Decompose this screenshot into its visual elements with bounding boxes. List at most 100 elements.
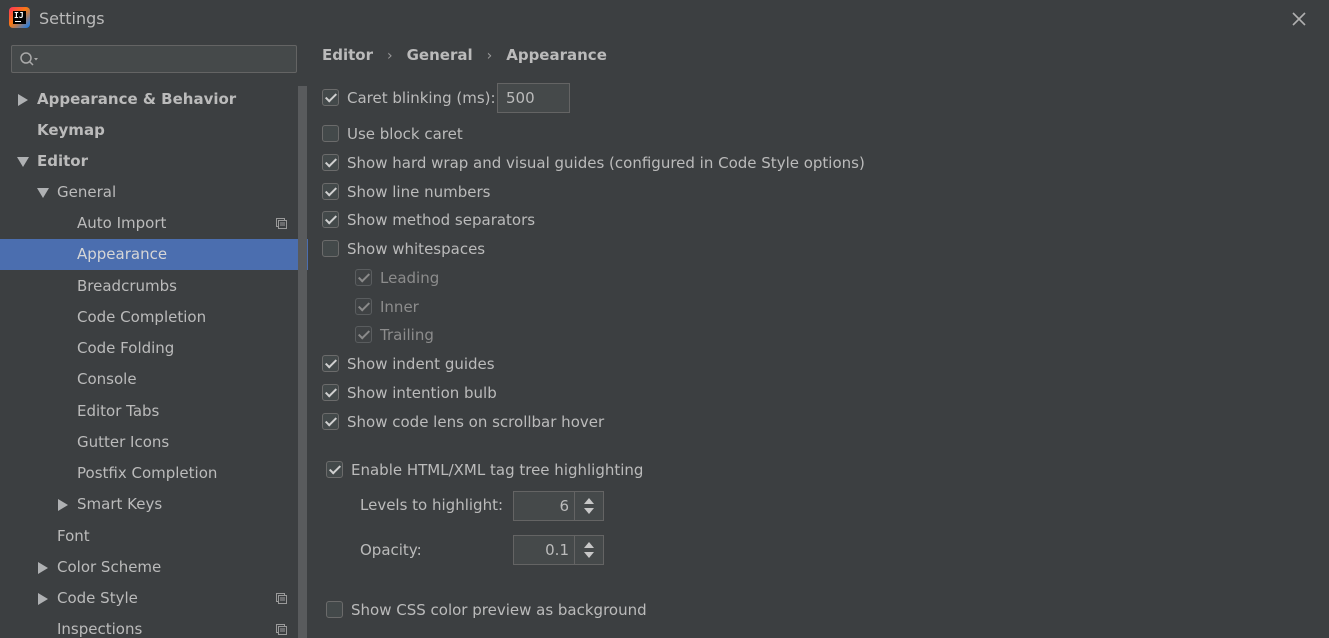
sidebar-item-label: Inspections — [57, 620, 143, 638]
sidebar-item-appearance[interactable]: Appearance — [0, 239, 308, 270]
sidebar-item-color-scheme[interactable]: Color Scheme — [0, 552, 296, 583]
sidebar-item-code-completion[interactable]: Code Completion — [0, 302, 296, 333]
settings-sidebar: Appearance & Behavior Keymap Editor Gene… — [0, 36, 308, 638]
project-settings-icon — [276, 593, 287, 604]
sidebar-item-auto-import[interactable]: Auto Import — [0, 208, 296, 239]
sidebar-item-general[interactable]: General — [0, 177, 296, 208]
inner-checkbox[interactable] — [355, 298, 372, 315]
spinner-down-icon[interactable] — [584, 508, 594, 514]
project-settings-icon — [276, 624, 287, 635]
expand-arrow-icon — [38, 562, 48, 574]
leading-label: Leading — [380, 269, 440, 287]
sidebar-item-smart-keys[interactable]: Smart Keys — [0, 489, 296, 520]
spinner-divider — [574, 492, 575, 520]
spinner-up-icon[interactable] — [584, 542, 594, 548]
spinner-divider — [574, 536, 575, 564]
sidebar-item-editor-tabs[interactable]: Editor Tabs — [0, 396, 296, 427]
breadcrumb-separator: › — [387, 48, 393, 64]
css-preview-checkbox[interactable] — [326, 601, 343, 618]
expand-arrow-icon — [38, 593, 48, 605]
sidebar-item-inspections[interactable]: Inspections — [0, 614, 296, 638]
sidebar-item-label: Code Completion — [77, 308, 207, 326]
sidebar-item-label: Keymap — [37, 121, 105, 139]
sidebar-item-font[interactable]: Font — [0, 521, 296, 552]
breadcrumb: Editor › General › Appearance — [322, 46, 607, 68]
spinner-up-icon[interactable] — [584, 498, 594, 504]
sidebar-item-label: Smart Keys — [77, 495, 163, 513]
code-lens-label: Show code lens on scrollbar hover — [347, 413, 605, 431]
breadcrumb-item[interactable]: Editor — [322, 46, 373, 64]
expand-arrow-icon — [58, 499, 68, 511]
sidebar-item-label: Appearance — [77, 245, 168, 263]
sidebar-item-label: Breadcrumbs — [77, 277, 177, 295]
sidebar-item-label: Gutter Icons — [77, 433, 170, 451]
opacity-value: 0.1 — [545, 541, 569, 559]
block-caret-checkbox[interactable] — [322, 125, 339, 142]
sidebar-item-console[interactable]: Console — [0, 364, 296, 395]
caret-blinking-label: Caret blinking (ms): — [347, 89, 496, 107]
intellij-logo-icon: IJ — [9, 7, 30, 28]
leading-checkbox[interactable] — [355, 269, 372, 286]
whitespaces-label: Show whitespaces — [347, 240, 486, 258]
trailing-label: Trailing — [380, 326, 434, 344]
sidebar-item-label: Postfix Completion — [77, 464, 218, 482]
sidebar-item-editor[interactable]: Editor — [0, 146, 296, 177]
hard-wrap-label: Show hard wrap and visual guides (config… — [347, 154, 865, 172]
block-caret-label: Use block caret — [347, 125, 463, 143]
caret-blinking-checkbox[interactable] — [322, 89, 339, 106]
close-button[interactable] — [1288, 8, 1310, 30]
opacity-label: Opacity: — [360, 541, 422, 559]
whitespaces-checkbox[interactable] — [322, 240, 339, 257]
sidebar-item-appearance-behavior[interactable]: Appearance & Behavior — [0, 84, 296, 115]
sidebar-item-code-style[interactable]: Code Style — [0, 583, 296, 614]
sidebar-item-label: Editor Tabs — [77, 402, 160, 420]
window-title: Settings — [39, 9, 105, 28]
sidebar-item-label: Color Scheme — [57, 558, 162, 576]
collapse-arrow-icon — [17, 157, 29, 167]
project-settings-icon — [276, 218, 287, 229]
sidebar-item-breadcrumbs[interactable]: Breadcrumbs — [0, 271, 296, 302]
tag-tree-label: Enable HTML/XML tag tree highlighting — [351, 461, 644, 479]
indent-guides-checkbox[interactable] — [322, 355, 339, 372]
method-separators-label: Show method separators — [347, 211, 536, 229]
caret-blinking-input[interactable]: 500 — [497, 83, 570, 113]
collapse-arrow-icon — [37, 188, 49, 198]
code-lens-checkbox[interactable] — [322, 413, 339, 430]
sidebar-item-label: Code Style — [57, 589, 138, 607]
sidebar-item-keymap[interactable]: Keymap — [0, 115, 296, 146]
close-icon — [1292, 12, 1306, 26]
tag-tree-checkbox[interactable] — [326, 461, 343, 478]
breadcrumb-item[interactable]: General — [407, 46, 473, 64]
sidebar-scrollbar[interactable] — [298, 86, 307, 638]
levels-value: 6 — [559, 497, 569, 515]
search-icon — [20, 52, 38, 66]
search-input[interactable] — [11, 45, 297, 73]
sidebar-item-label: General — [57, 183, 117, 201]
sidebar-item-label: Console — [77, 370, 137, 388]
expand-arrow-icon — [18, 94, 28, 106]
sidebar-item-label: Code Folding — [77, 339, 175, 357]
inner-label: Inner — [380, 298, 419, 316]
method-separators-checkbox[interactable] — [322, 211, 339, 228]
levels-spinner[interactable]: 6 — [513, 491, 604, 521]
css-preview-label: Show CSS color preview as background — [351, 601, 647, 619]
breadcrumb-separator: › — [486, 48, 493, 64]
sidebar-item-code-folding[interactable]: Code Folding — [0, 333, 296, 364]
levels-label: Levels to highlight: — [360, 496, 504, 514]
settings-content: Editor › General › Appearance Caret blinking… — [308, 36, 1329, 638]
hard-wrap-checkbox[interactable] — [322, 154, 339, 171]
intention-bulb-checkbox[interactable] — [322, 384, 339, 401]
sidebar-item-label: Editor — [37, 152, 88, 170]
trailing-checkbox[interactable] — [355, 326, 372, 343]
indent-guides-label: Show indent guides — [347, 355, 495, 373]
intention-bulb-label: Show intention bulb — [347, 384, 497, 402]
opacity-spinner[interactable]: 0.1 — [513, 535, 604, 565]
spinner-down-icon[interactable] — [584, 552, 594, 558]
breadcrumb-item: Appearance — [506, 46, 607, 64]
sidebar-item-gutter-icons[interactable]: Gutter Icons — [0, 427, 296, 458]
sidebar-item-postfix-completion[interactable]: Postfix Completion — [0, 458, 296, 489]
line-numbers-checkbox[interactable] — [322, 183, 339, 200]
sidebar-item-label: Auto Import — [77, 214, 167, 232]
title-bar: IJ Settings — [0, 0, 1329, 36]
sidebar-item-label: Font — [57, 527, 90, 545]
